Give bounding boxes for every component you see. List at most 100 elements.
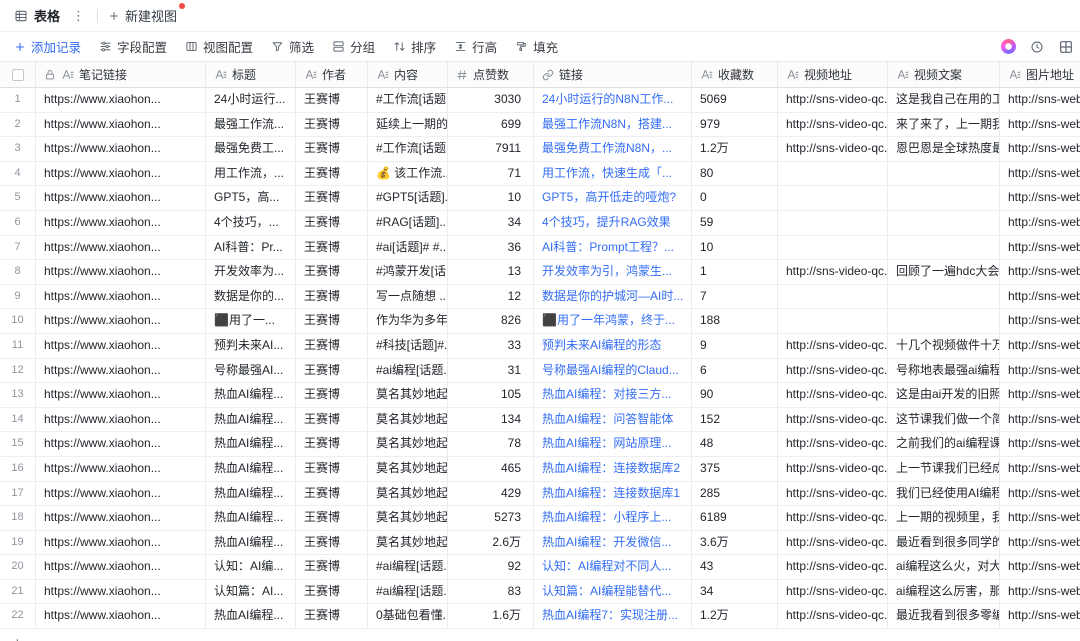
row-number[interactable]: 18 [0, 506, 36, 530]
cell-likes[interactable]: 71 [448, 162, 534, 186]
cell-video_copy[interactable] [888, 285, 1000, 309]
sort-button[interactable]: 排序 [393, 37, 436, 56]
cell-favorites[interactable]: 1.2万 [692, 137, 778, 161]
cell-image_url[interactable]: http://sns-webpic-qc.x... [1000, 359, 1080, 383]
cell-content[interactable]: #RAG[话题]... [368, 211, 448, 235]
cell-title[interactable]: 4个技巧，... [206, 211, 296, 235]
cell-image_url[interactable]: http://sns-webpic-qc.x... [1000, 260, 1080, 284]
cell-title[interactable]: AI科普：Pr... [206, 236, 296, 260]
cell-video_url[interactable]: http://sns-video-qc.xhs... [778, 408, 888, 432]
cell-video_url[interactable] [778, 236, 888, 260]
cell-favorites[interactable]: 34 [692, 580, 778, 604]
cell-note_url[interactable]: https://www.xiaohon... [36, 211, 206, 235]
cell-video_copy[interactable]: 最近看到很多同学的留... [888, 531, 1000, 555]
cell-video_url[interactable] [778, 186, 888, 210]
row-number[interactable]: 14 [0, 408, 36, 432]
cell-title[interactable]: GPT5，高... [206, 186, 296, 210]
cell-author[interactable]: 王赛博 [296, 531, 368, 555]
column-header-video_url[interactable]: 视频地址 [778, 62, 888, 87]
cell-link[interactable]: 热血AI编程：网站原理... [534, 432, 692, 456]
cell-image_url[interactable]: http://sns-webpic-qc.x... [1000, 162, 1080, 186]
row-number[interactable]: 4 [0, 162, 36, 186]
cell-note_url[interactable]: https://www.xiaohon... [36, 88, 206, 112]
cell-video_url[interactable]: http://sns-video-qc.xhs... [778, 580, 888, 604]
cell-note_url[interactable]: https://www.xiaohon... [36, 555, 206, 579]
cell-link[interactable]: AI科普：Prompt工程？... [534, 236, 692, 260]
cell-video_copy[interactable] [888, 211, 1000, 235]
cell-favorites[interactable]: 1.2万 [692, 604, 778, 628]
cell-link[interactable]: 认知：AI编程对不同人... [534, 555, 692, 579]
cell-link[interactable]: ⬛用了一年鸿蒙，终于... [534, 309, 692, 333]
cell-note_url[interactable]: https://www.xiaohon... [36, 285, 206, 309]
cell-video_url[interactable] [778, 211, 888, 235]
cell-image_url[interactable]: http://sns-webpic-qc.x... [1000, 506, 1080, 530]
cell-likes[interactable]: 105 [448, 383, 534, 407]
cell-author[interactable]: 王赛博 [296, 580, 368, 604]
cell-content[interactable]: 莫名其妙地起... [368, 531, 448, 555]
row-number[interactable]: 2 [0, 113, 36, 137]
cell-link[interactable]: 开发效率为引，鸿蒙生... [534, 260, 692, 284]
cell-content[interactable]: #ai编程[话题... [368, 359, 448, 383]
add-record-button[interactable]: 添加记录 [14, 37, 81, 56]
cell-link[interactable]: 最强免费工作流N8N，... [534, 137, 692, 161]
cell-video_copy[interactable] [888, 186, 1000, 210]
cell-content[interactable]: #ai编程[话题... [368, 555, 448, 579]
filter-button[interactable]: 筛选 [271, 37, 314, 56]
cell-image_url[interactable]: http://sns-webpic-qc.x... [1000, 113, 1080, 137]
cell-video_url[interactable]: http://sns-video-qc.xhs... [778, 260, 888, 284]
automation-gradient-icon[interactable] [1001, 39, 1016, 54]
cell-video_copy[interactable]: 最近我看到很多零编程... [888, 604, 1000, 628]
cell-title[interactable]: 热血AI编程... [206, 506, 296, 530]
row-number[interactable]: 13 [0, 383, 36, 407]
cell-favorites[interactable]: 979 [692, 113, 778, 137]
cell-title[interactable]: 热血AI编程... [206, 432, 296, 456]
cell-link[interactable]: 热血AI编程：连接数据库2 [534, 457, 692, 481]
cell-content[interactable]: 莫名其妙地起... [368, 506, 448, 530]
cell-video_url[interactable]: http://sns-video-qc.xhs... [778, 482, 888, 506]
cell-favorites[interactable]: 285 [692, 482, 778, 506]
cell-note_url[interactable]: https://www.xiaohon... [36, 604, 206, 628]
cell-video_url[interactable]: http://sns-video-qc.xhs... [778, 137, 888, 161]
cell-note_url[interactable]: https://www.xiaohon... [36, 531, 206, 555]
cell-link[interactable]: 数据是你的护城河—AI时... [534, 285, 692, 309]
row-number[interactable]: 1 [0, 88, 36, 112]
cell-favorites[interactable]: 6 [692, 359, 778, 383]
row-number[interactable]: 12 [0, 359, 36, 383]
cell-content[interactable]: #工作流[话题... [368, 137, 448, 161]
history-icon[interactable] [1030, 40, 1044, 54]
cell-image_url[interactable]: http://sns-webpic-qc.x... [1000, 236, 1080, 260]
cell-likes[interactable]: 699 [448, 113, 534, 137]
new-view-button[interactable]: 新建视图 [108, 6, 177, 25]
group-button[interactable]: 分组 [332, 37, 375, 56]
cell-image_url[interactable]: http://sns-webpic-qc.x... [1000, 408, 1080, 432]
row-number[interactable]: 17 [0, 482, 36, 506]
row-number[interactable]: 21 [0, 580, 36, 604]
cell-content[interactable]: #科技[话题]#... [368, 334, 448, 358]
cell-video_url[interactable]: http://sns-video-qc.xhs... [778, 604, 888, 628]
cell-title[interactable]: 24小时运行... [206, 88, 296, 112]
cell-video_url[interactable] [778, 309, 888, 333]
cell-image_url[interactable]: http://sns-webpic-qc.x... [1000, 88, 1080, 112]
cell-image_url[interactable]: http://sns-webpic-qc.x... [1000, 457, 1080, 481]
cell-likes[interactable]: 78 [448, 432, 534, 456]
cell-content[interactable]: 💰 该工作流... [368, 162, 448, 186]
cell-video_url[interactable]: http://sns-video-qc.xhs... [778, 457, 888, 481]
cell-favorites[interactable]: 10 [692, 236, 778, 260]
cell-likes[interactable]: 12 [448, 285, 534, 309]
cell-title[interactable]: 热血AI编程... [206, 457, 296, 481]
cell-content[interactable]: #GPT5[话题]... [368, 186, 448, 210]
cell-link[interactable]: 用工作流，快速生成「... [534, 162, 692, 186]
cell-title[interactable]: 热血AI编程... [206, 383, 296, 407]
cell-video_url[interactable]: http://sns-video-qc.xhs... [778, 432, 888, 456]
cell-favorites[interactable]: 1 [692, 260, 778, 284]
cell-video_copy[interactable]: 这是由ai开发的旧照片修... [888, 383, 1000, 407]
cell-author[interactable]: 王赛博 [296, 334, 368, 358]
row-number[interactable]: 22 [0, 604, 36, 628]
cell-video_copy[interactable]: 上一期的视频里，我们... [888, 506, 1000, 530]
column-header-author[interactable]: 作者 [296, 62, 368, 87]
cell-note_url[interactable]: https://www.xiaohon... [36, 482, 206, 506]
cell-image_url[interactable]: http://sns-webpic-qc.x... [1000, 211, 1080, 235]
row-number[interactable]: 16 [0, 457, 36, 481]
cell-video_url[interactable]: http://sns-video-qc.xhs... [778, 555, 888, 579]
cell-content[interactable]: 莫名其妙地起... [368, 383, 448, 407]
